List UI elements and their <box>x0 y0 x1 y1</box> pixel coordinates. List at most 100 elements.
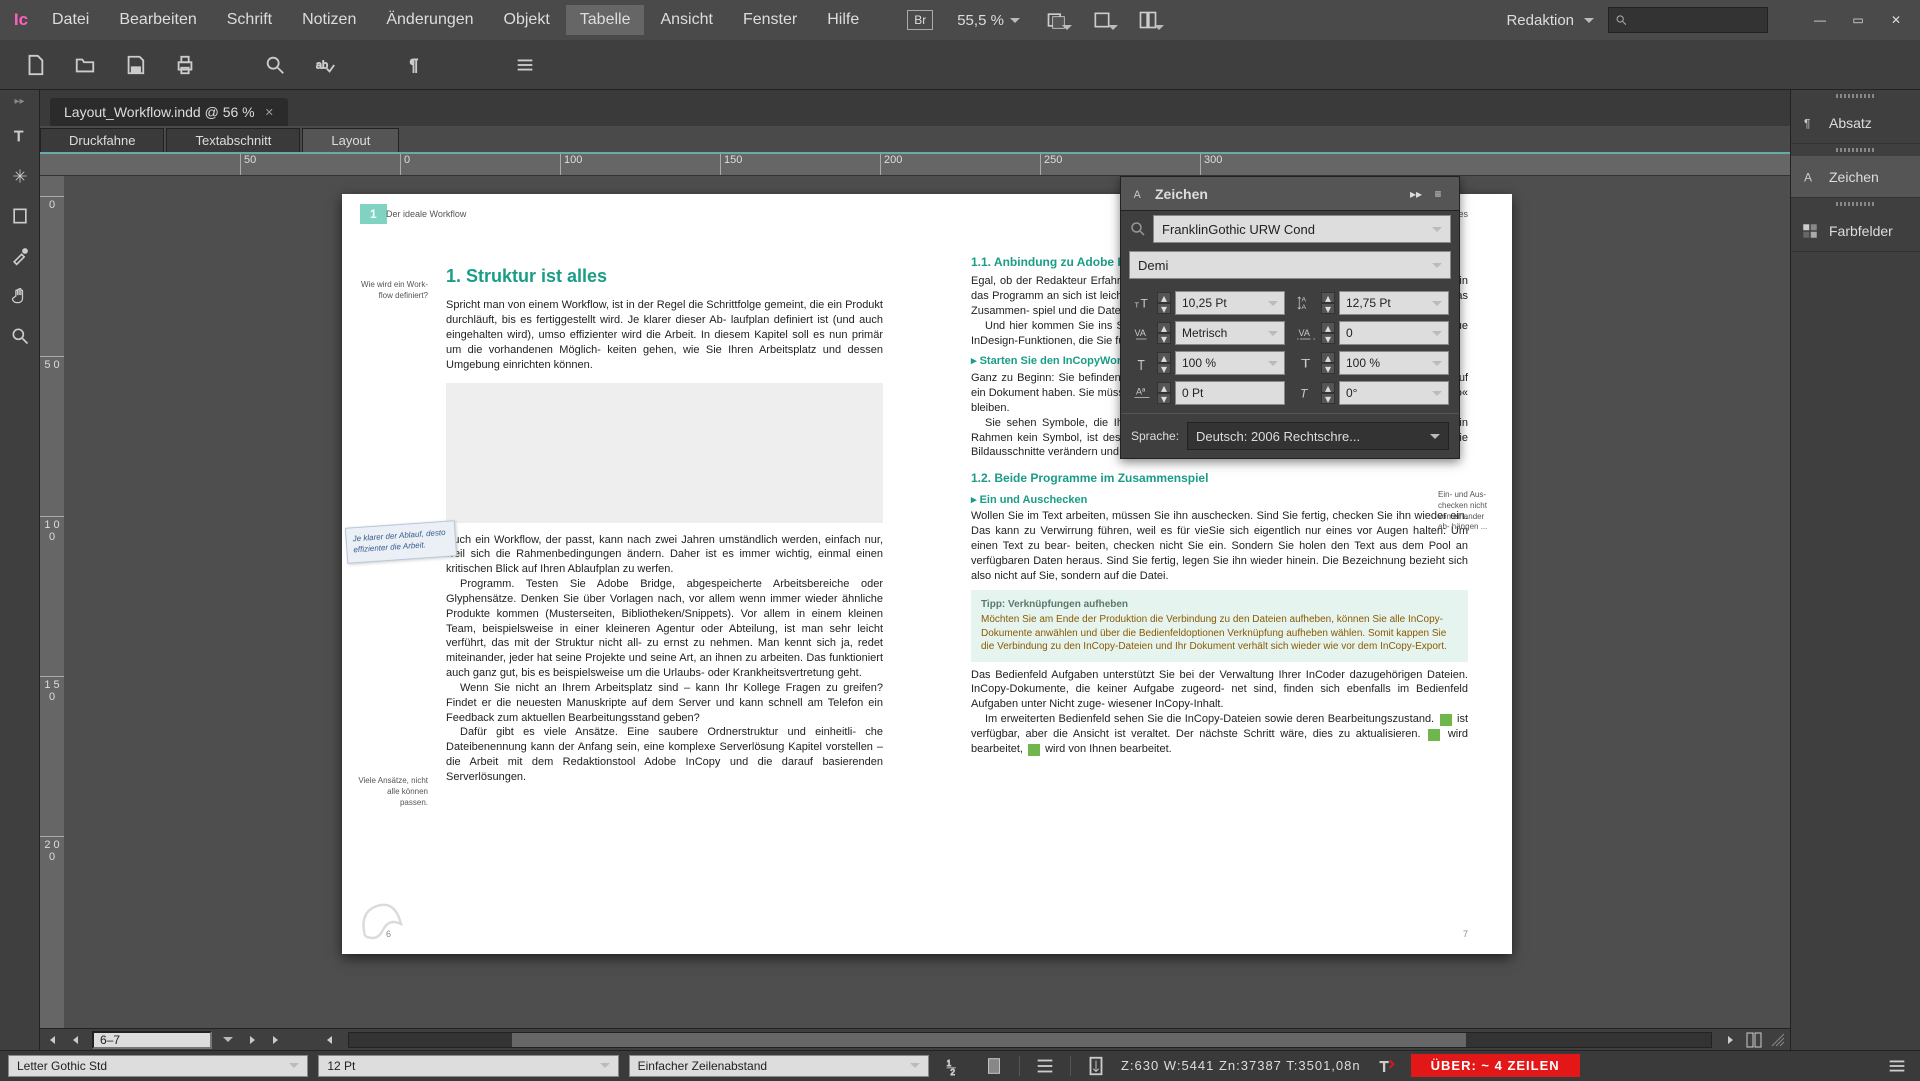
zoom-level[interactable]: 55,5 % <box>957 12 1020 29</box>
column-indicator-button[interactable] <box>979 1051 1009 1081</box>
menu-file[interactable]: Datei <box>38 5 103 35</box>
dock-item-paragraph[interactable]: ¶ Absatz <box>1791 102 1920 144</box>
dock-grip-icon[interactable] <box>1791 144 1920 156</box>
close-button[interactable]: ✕ <box>1878 8 1914 32</box>
dock-item-character[interactable]: A Zeichen <box>1791 156 1920 198</box>
menu-changes[interactable]: Änderungen <box>372 5 487 35</box>
page-number-input[interactable] <box>92 1031 212 1049</box>
leading-value: 12,75 Pt <box>1346 296 1391 310</box>
save-button[interactable] <box>120 50 150 80</box>
horizontal-scale-control[interactable]: T ▴▾ 100 % <box>1295 351 1449 375</box>
hand-tool[interactable] <box>5 281 35 311</box>
collapse-panel-icon[interactable]: ▸▸ <box>1405 183 1427 205</box>
dock-grip-icon[interactable] <box>1791 90 1920 102</box>
minimize-button[interactable]: — <box>1802 8 1838 32</box>
baseline-value: 0 Pt <box>1182 386 1203 400</box>
spellcheck-button[interactable]: ab <box>310 50 340 80</box>
panel-menu-button[interactable] <box>510 50 540 80</box>
expand-tools-icon[interactable]: ▸▸ <box>14 96 24 107</box>
horizontal-ruler[interactable]: 50 0 100 150 200 250 300 <box>40 154 1790 176</box>
ruler-tick: 2 0 0 <box>40 836 64 863</box>
maximize-button[interactable]: ▭ <box>1840 8 1876 32</box>
prev-page-button[interactable] <box>64 1030 88 1050</box>
horizontal-scrollbar[interactable] <box>348 1032 1712 1048</box>
stepper[interactable]: ▴▾ <box>1157 292 1171 314</box>
tab-layout[interactable]: Layout <box>302 128 399 152</box>
note-tool[interactable] <box>5 201 35 231</box>
tab-story[interactable]: Textabschnitt <box>166 128 300 152</box>
next-page-button[interactable] <box>240 1030 264 1050</box>
new-doc-button[interactable] <box>20 50 50 80</box>
scroll-right-button[interactable] <box>1718 1030 1742 1050</box>
skew-control[interactable]: T ▴▾ 0° <box>1295 381 1449 405</box>
show-hidden-chars-button[interactable]: ¶ <box>400 50 430 80</box>
status-leading-combo[interactable]: Einfacher Zeilenabstand <box>629 1055 929 1077</box>
stepper[interactable]: ▴▾ <box>1321 382 1335 404</box>
status-menu-button[interactable] <box>1882 1051 1912 1081</box>
search-field[interactable] <box>1631 13 1761 28</box>
tab-galley[interactable]: Druckfahne <box>40 128 164 152</box>
dock-grip-icon[interactable] <box>1791 198 1920 210</box>
font-weight-combo[interactable]: Demi <box>1129 251 1451 279</box>
menu-window[interactable]: Fenster <box>729 5 811 35</box>
open-button[interactable] <box>70 50 100 80</box>
font-family-value: FranklinGothic URW Cond <box>1162 222 1315 237</box>
bridge-badge[interactable]: Br <box>907 10 933 30</box>
stepper[interactable]: ▴▾ <box>1321 292 1335 314</box>
menu-type[interactable]: Schrift <box>213 5 286 35</box>
page-dropdown[interactable] <box>216 1030 240 1050</box>
dock-item-swatches[interactable]: Farbfelder <box>1791 210 1920 252</box>
align-button[interactable] <box>1030 1051 1060 1081</box>
tracking-control[interactable]: VA ▴▾ 0 <box>1295 321 1449 345</box>
leading-control[interactable]: AA ▴▾ 12,75 Pt <box>1295 291 1449 315</box>
workspace-switcher[interactable]: Redaktion <box>1506 12 1594 29</box>
last-page-button[interactable] <box>264 1030 288 1050</box>
print-button[interactable] <box>170 50 200 80</box>
stepper[interactable]: ▴▾ <box>1157 382 1171 404</box>
menu-table[interactable]: Tabelle <box>566 5 645 35</box>
fraction-button[interactable]: 12 <box>939 1051 969 1081</box>
position-tool[interactable] <box>5 161 35 191</box>
arrange-button[interactable] <box>1130 6 1166 34</box>
baseline-shift-control[interactable]: Aª ▴▾ 0 Pt <box>1131 381 1285 405</box>
font-family-combo[interactable]: FranklinGothic URW Cond <box>1153 215 1451 243</box>
font-weight-value: Demi <box>1138 258 1168 273</box>
menu-notes[interactable]: Notizen <box>288 5 370 35</box>
first-page-button[interactable] <box>40 1030 64 1050</box>
status-font-combo[interactable]: Letter Gothic Std <box>8 1055 308 1077</box>
dock-item-label: Absatz <box>1829 115 1872 131</box>
eyedropper-tool[interactable] <box>5 241 35 271</box>
language-label: Sprache: <box>1131 429 1179 443</box>
stepper[interactable]: ▴▾ <box>1321 322 1335 344</box>
vertical-scale-control[interactable]: T ▴▾ 100 % <box>1131 351 1285 375</box>
vertical-ruler[interactable]: 0 5 0 1 0 0 1 5 0 2 0 0 <box>40 176 64 1028</box>
scroll-left-button[interactable] <box>318 1030 342 1050</box>
menu-help[interactable]: Hilfe <box>813 5 873 35</box>
canvas[interactable]: 1 Der ideale Workflow 1. Struktur ist al… <box>64 176 1790 1028</box>
menu-view[interactable]: Ansicht <box>646 5 726 35</box>
menu-object[interactable]: Objekt <box>490 5 564 35</box>
chevron-down-icon <box>1010 18 1020 23</box>
stepper[interactable]: ▴▾ <box>1157 322 1171 344</box>
panel-menu-icon[interactable]: ≡ <box>1427 183 1449 205</box>
main-area: ▸▸ T Layout_Workflow.indd @ 56 % ✕ Druck… <box>0 90 1920 1050</box>
language-combo[interactable]: Deutsch: 2006 Rechtschre... <box>1187 422 1449 450</box>
view-mode-button[interactable] <box>1038 6 1074 34</box>
type-tool[interactable]: T <box>5 121 35 151</box>
close-tab-icon[interactable]: ✕ <box>265 106 274 119</box>
split-view-button[interactable] <box>1742 1030 1766 1050</box>
status-size-combo[interactable]: 12 Pt <box>318 1055 618 1077</box>
font-size-control[interactable]: TT ▴▾ 10,25 Pt <box>1131 291 1285 315</box>
stepper[interactable]: ▴▾ <box>1157 352 1171 374</box>
menu-edit[interactable]: Bearbeiten <box>105 5 210 35</box>
character-panel[interactable]: A Zeichen ▸▸ ≡ FranklinGothic URW Cond D… <box>1120 176 1460 459</box>
screen-mode-button[interactable] <box>1084 6 1120 34</box>
scrollbar-thumb[interactable] <box>512 1033 1465 1047</box>
search-input[interactable] <box>1608 7 1768 33</box>
stepper[interactable]: ▴▾ <box>1321 352 1335 374</box>
document-tab[interactable]: Layout_Workflow.indd @ 56 % ✕ <box>50 98 288 126</box>
find-button[interactable] <box>260 50 290 80</box>
resize-grip-icon[interactable] <box>1766 1030 1790 1050</box>
kerning-control[interactable]: VA ▴▾ Metrisch <box>1131 321 1285 345</box>
zoom-tool[interactable] <box>5 321 35 351</box>
